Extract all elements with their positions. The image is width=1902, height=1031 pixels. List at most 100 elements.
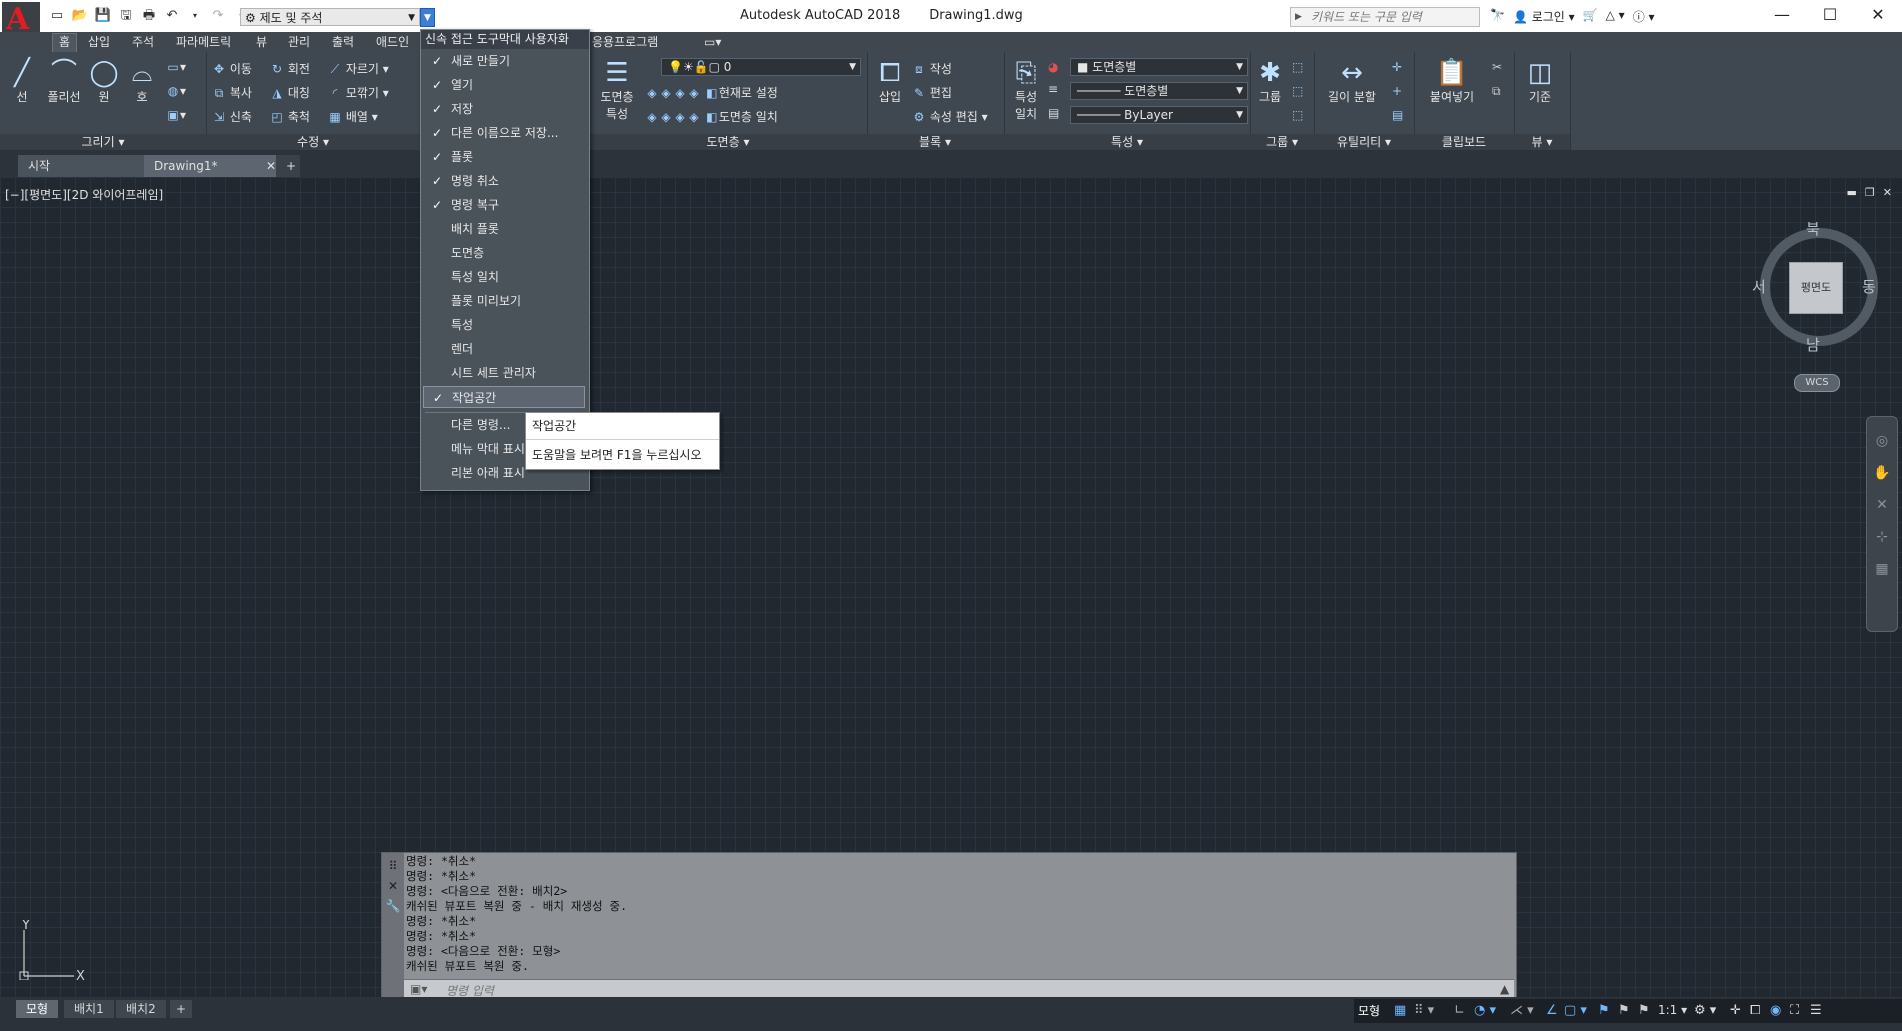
menu-item-open[interactable]: ✓ 열기 bbox=[423, 74, 585, 96]
showmotion-icon[interactable]: ▦ bbox=[1867, 561, 1897, 577]
clipboard-panel-title[interactable]: 클립보드 bbox=[1414, 134, 1514, 150]
wrench-icon[interactable]: 🔧 bbox=[382, 899, 404, 913]
id-point-icon[interactable]: + bbox=[1392, 84, 1402, 98]
view-panel-title[interactable]: 뷰 ▾ bbox=[1514, 134, 1570, 150]
ortho-icon[interactable]: ∟ bbox=[1454, 1003, 1465, 1018]
undo-icon[interactable]: ↶ bbox=[163, 7, 181, 25]
stretch-button[interactable]: ⇲ 신축 bbox=[212, 108, 252, 125]
zoom-icon[interactable]: ✕ bbox=[1867, 497, 1897, 513]
viewport-close-icon[interactable]: ✕ bbox=[1883, 186, 1892, 199]
arc-button[interactable]: ⌓ 호 bbox=[126, 58, 158, 105]
layer-tools-row-1[interactable]: ◈ ◈ ◈ ◈ ◧현재로 설정 bbox=[645, 84, 777, 101]
viewport-controls-label[interactable]: [−][평면도][2D 와이어프레임] bbox=[5, 186, 163, 203]
color-select[interactable]: ■ 도면층별 ▼ bbox=[1070, 58, 1248, 76]
ribbon-toggle-icon[interactable]: ▭▾ bbox=[698, 34, 727, 52]
viewcube-east[interactable]: 동 bbox=[1862, 276, 1876, 297]
help-icon[interactable]: ⓘ ▾ bbox=[1633, 8, 1655, 25]
save-icon[interactable]: 💾 bbox=[94, 7, 112, 25]
modify-panel-title[interactable]: 수정 ▾ bbox=[206, 134, 420, 150]
layout-tab-layout2[interactable]: 배치2 bbox=[116, 1000, 166, 1018]
ungroup-icon[interactable]: ⬚ bbox=[1292, 60, 1303, 74]
viewcube-north[interactable]: 북 bbox=[1806, 218, 1820, 239]
annotation-visibility-icon[interactable]: ⚑ bbox=[1598, 1003, 1610, 1018]
tab-apps[interactable]: 응용프로그램 bbox=[586, 34, 664, 52]
qat-customize-button[interactable]: ▼ bbox=[420, 8, 435, 27]
groups-panel-title[interactable]: 그룹 ▾ bbox=[1250, 134, 1314, 150]
menu-item-save-as[interactable]: ✓ 다른 이름으로 저장... bbox=[423, 122, 585, 144]
polyline-button[interactable]: ⌒ 폴리선 bbox=[42, 58, 86, 105]
minimize-button[interactable]: — bbox=[1758, 0, 1806, 32]
lineweight-select[interactable]: ────── ByLayer ▼ bbox=[1070, 106, 1248, 124]
menu-item-sheet-set-manager[interactable]: 시트 세트 관리자 bbox=[423, 362, 585, 384]
menu-item-plot-preview[interactable]: 플롯 미리보기 bbox=[423, 290, 585, 312]
hatch-button[interactable]: ◍ ▾ bbox=[166, 84, 186, 98]
viewport-restore-icon[interactable]: ❐ bbox=[1865, 186, 1875, 199]
divide-button[interactable]: ↔ 길이 분할 bbox=[1324, 58, 1380, 105]
group-button[interactable]: ✱ 그룹 bbox=[1252, 58, 1288, 105]
orbit-icon[interactable]: ⊹ bbox=[1867, 529, 1897, 545]
layer-select[interactable]: 💡☀🔓▢ 0 ▼ bbox=[661, 58, 861, 76]
insert-button[interactable]: ⧠ 삽입 bbox=[870, 58, 910, 105]
paste-button[interactable]: 📋 붙여넣기 bbox=[1424, 58, 1480, 105]
rotate-button[interactable]: ↻ 회전 bbox=[270, 60, 310, 77]
calculator-icon[interactable]: ▤ bbox=[1392, 108, 1403, 122]
edit-block-button[interactable]: ✎ 편집 bbox=[912, 84, 952, 101]
draw-panel-title[interactable]: 그리기 ▾ bbox=[0, 134, 206, 150]
scale-select[interactable]: 1:1 ▾ bbox=[1658, 1003, 1687, 1017]
trim-button[interactable]: ⟋ 자르기 ▾ bbox=[328, 60, 389, 77]
layout-tab-model[interactable]: 모형 bbox=[16, 1000, 59, 1018]
menu-item-redo[interactable]: ✓ 명령 복구 bbox=[423, 194, 585, 216]
tab-output[interactable]: 출력 bbox=[326, 34, 360, 52]
close-tab-icon[interactable]: ✕ bbox=[266, 155, 276, 177]
menu-item-properties[interactable]: 특성 bbox=[423, 314, 585, 336]
auto-scale-icon[interactable]: ⚑ bbox=[1618, 1003, 1630, 1018]
tab-start[interactable]: 시작 bbox=[18, 155, 148, 177]
customize-icon[interactable]: ☰ bbox=[1810, 1003, 1822, 1018]
tab-home[interactable]: 홈 bbox=[52, 33, 78, 52]
menu-item-plot[interactable]: ✓ 플롯 bbox=[423, 146, 585, 168]
layout-tab-layout1[interactable]: 배치1 bbox=[64, 1000, 114, 1018]
close-icon[interactable]: ✕ bbox=[382, 879, 404, 893]
block-panel-title[interactable]: 블록 ▾ bbox=[866, 134, 1004, 150]
tab-parametric[interactable]: 파라메트릭 bbox=[170, 34, 237, 52]
new-icon[interactable]: ▭ bbox=[48, 7, 66, 25]
linetype-select[interactable]: ────── 도면층별 ▼ bbox=[1070, 82, 1248, 100]
group-edit-icon[interactable]: ⬚ bbox=[1292, 84, 1303, 98]
utilities-panel-title[interactable]: 유틸리티 ▾ bbox=[1314, 134, 1414, 150]
annotation-monitor-icon[interactable]: ✛ bbox=[1730, 1003, 1741, 1018]
exchange-icon[interactable]: △ ▾ bbox=[1606, 8, 1625, 25]
menu-item-batch-plot[interactable]: 배치 플롯 bbox=[423, 218, 585, 240]
steering-wheel-icon[interactable]: ◎ bbox=[1867, 433, 1897, 449]
workspace-gear-icon[interactable]: ⚙ ▾ bbox=[1694, 1003, 1716, 1018]
prompt-icon[interactable]: ▣▾ bbox=[410, 982, 427, 996]
open-icon[interactable]: 📂 bbox=[71, 7, 89, 25]
rectangle-button[interactable]: ▭▾ bbox=[166, 60, 186, 74]
undo-dropdown-icon[interactable]: ▾ bbox=[186, 7, 204, 25]
tab-drawing1[interactable]: Drawing1* ✕ bbox=[144, 155, 284, 177]
tab-annotate[interactable]: 주석 bbox=[126, 34, 160, 52]
osnap-icon[interactable]: ▢ ▾ bbox=[1564, 1003, 1587, 1018]
snap-icon[interactable]: ⠿ ▾ bbox=[1414, 1003, 1434, 1018]
new-tab-button[interactable]: + bbox=[276, 155, 300, 177]
tab-manage[interactable]: 관리 bbox=[282, 34, 316, 52]
menu-item-workspace[interactable]: ✓ 작업공간 bbox=[423, 386, 585, 408]
circle-button[interactable]: ◯ 원 bbox=[88, 58, 120, 105]
move-button[interactable]: ✥ 이동 bbox=[212, 60, 252, 77]
polar-icon[interactable]: ◔ ▾ bbox=[1474, 1003, 1496, 1018]
layers-panel-title[interactable]: 도면층 ▾ bbox=[589, 134, 867, 150]
match-properties-button[interactable]: ⎘ 특성 일치 bbox=[1008, 58, 1044, 122]
fillet-button[interactable]: ◜ 모깎기 ▾ bbox=[328, 84, 389, 101]
viewport-minimize-icon[interactable]: ▬ bbox=[1847, 186, 1857, 199]
viewcube-south[interactable]: 남 bbox=[1806, 334, 1820, 355]
redo-icon[interactable]: ↷ bbox=[209, 7, 227, 25]
workspace-select[interactable]: ⚙ 제도 및 주석 ▼ bbox=[240, 8, 420, 26]
plot-icon[interactable]: 🖶 bbox=[140, 7, 158, 25]
tab-view[interactable]: 뷰 bbox=[250, 34, 273, 52]
array-button[interactable]: ▦ 배열 ▾ bbox=[328, 108, 377, 125]
history-up-icon[interactable]: ▲ bbox=[1500, 982, 1509, 996]
cart-icon[interactable]: 🛒 bbox=[1583, 8, 1598, 25]
osnap-tracking-icon[interactable]: ∠ bbox=[1546, 1003, 1558, 1018]
search-input[interactable]: ▶ 키워드 또는 구문 입력 bbox=[1290, 7, 1480, 27]
maximize-button[interactable]: ☐ bbox=[1806, 0, 1854, 32]
pan-icon[interactable]: ✋ bbox=[1867, 465, 1897, 481]
